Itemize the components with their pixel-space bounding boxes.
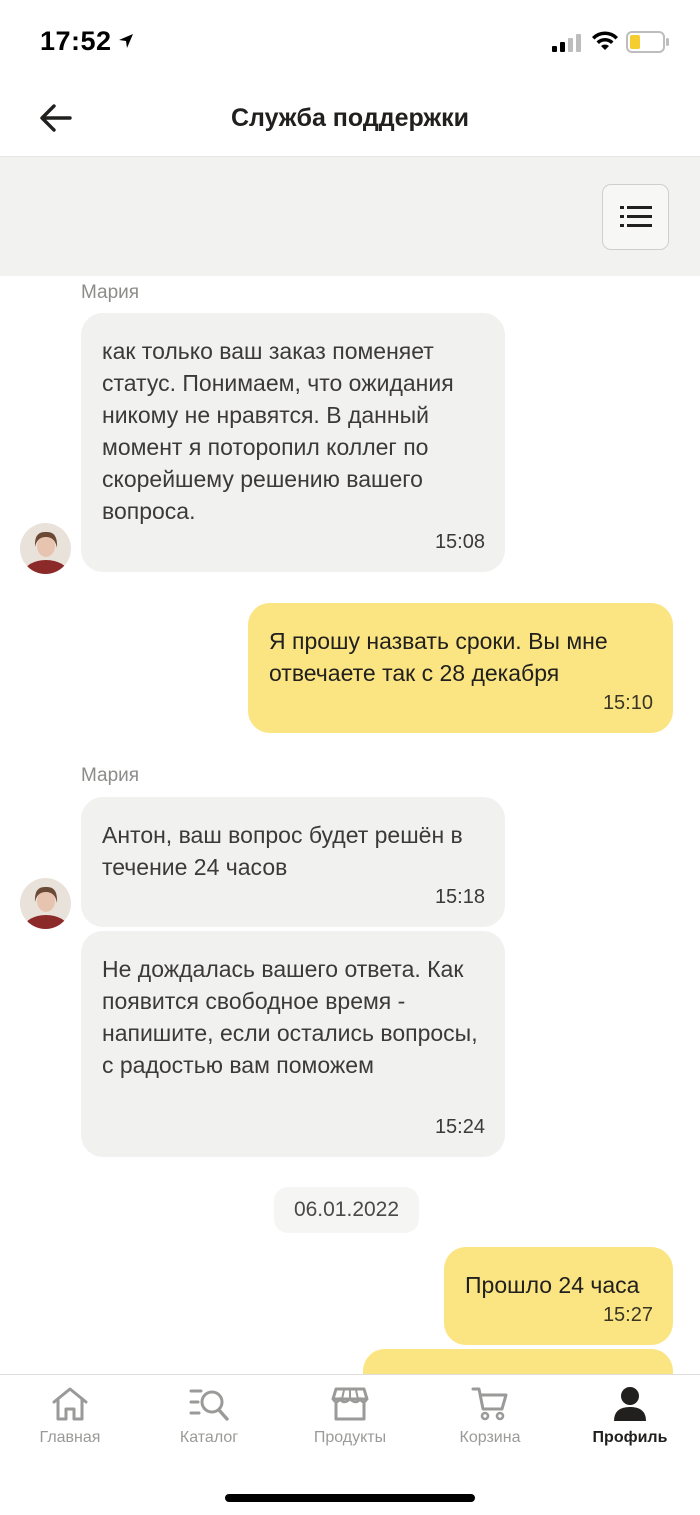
- date-separator: 06.01.2022: [274, 1187, 419, 1233]
- nav-header: Служба поддержки: [0, 84, 700, 156]
- message-time: 15:08: [434, 531, 485, 553]
- outgoing-message[interactable]: Я прошу назвать сроки. Вы мне отвечаете …: [248, 603, 673, 733]
- incoming-message[interactable]: Не дождалась вашего ответа. Как появится…: [81, 931, 505, 1157]
- tab-cart[interactable]: Корзина: [420, 1385, 560, 1457]
- message-time: 15:18: [434, 886, 485, 908]
- incoming-message[interactable]: как только ваш заказ поменяет статус. По…: [81, 313, 505, 572]
- profile-icon: [614, 1387, 646, 1421]
- store-icon: [331, 1387, 369, 1421]
- tab-products[interactable]: Продукты: [280, 1385, 420, 1457]
- avatar: [20, 523, 71, 574]
- chat-messages[interactable]: Мария как только ваш заказ поменяет стат…: [0, 276, 700, 1374]
- cellular-signal-icon: [552, 34, 581, 52]
- message-time: 15:10: [602, 692, 653, 714]
- tab-catalog[interactable]: Каталог: [139, 1385, 279, 1457]
- wifi-icon: [592, 31, 618, 50]
- cart-icon: [471, 1387, 508, 1421]
- sender-name: Мария: [81, 765, 140, 786]
- home-indicator: [225, 1494, 475, 1502]
- tab-label: Профиль: [592, 1429, 668, 1446]
- battery-icon: [626, 31, 669, 53]
- message-text: Антон, ваш вопрос будет решён в течение …: [102, 822, 463, 880]
- outgoing-message-partial[interactable]: [363, 1349, 673, 1374]
- incoming-message[interactable]: Антон, ваш вопрос будет решён в течение …: [81, 797, 505, 927]
- outgoing-message[interactable]: Прошло 24 часа 15:27: [444, 1247, 673, 1345]
- tab-home[interactable]: Главная: [0, 1385, 140, 1457]
- message-time: 15:27: [602, 1304, 653, 1326]
- catalog-search-icon: [189, 1389, 229, 1421]
- list-menu-icon: [620, 206, 652, 227]
- sender-name: Мария: [81, 282, 140, 303]
- tab-label: Продукты: [313, 1429, 387, 1446]
- message-time: 15:24: [434, 1116, 485, 1138]
- tab-label: Каталог: [179, 1429, 239, 1446]
- message-text: Не дождалась вашего ответа. Как появится…: [102, 956, 478, 1078]
- menu-button[interactable]: [602, 184, 669, 250]
- home-icon: [52, 1387, 88, 1421]
- message-text: Прошло 24 часа: [465, 1272, 640, 1298]
- tab-label: Корзина: [459, 1429, 521, 1446]
- chat-toolbar: [0, 156, 700, 276]
- status-bar: 17:52: [0, 0, 700, 84]
- tab-profile[interactable]: Профиль: [560, 1385, 700, 1457]
- location-arrow-icon: [119, 34, 133, 48]
- tab-label: Главная: [39, 1429, 101, 1446]
- avatar: [20, 878, 71, 929]
- message-text: Я прошу назвать сроки. Вы мне отвечаете …: [269, 628, 608, 686]
- message-text: как только ваш заказ поменяет статус. По…: [102, 338, 454, 524]
- status-time: 17:52: [40, 26, 112, 56]
- page-title: Служба поддержки: [230, 104, 470, 132]
